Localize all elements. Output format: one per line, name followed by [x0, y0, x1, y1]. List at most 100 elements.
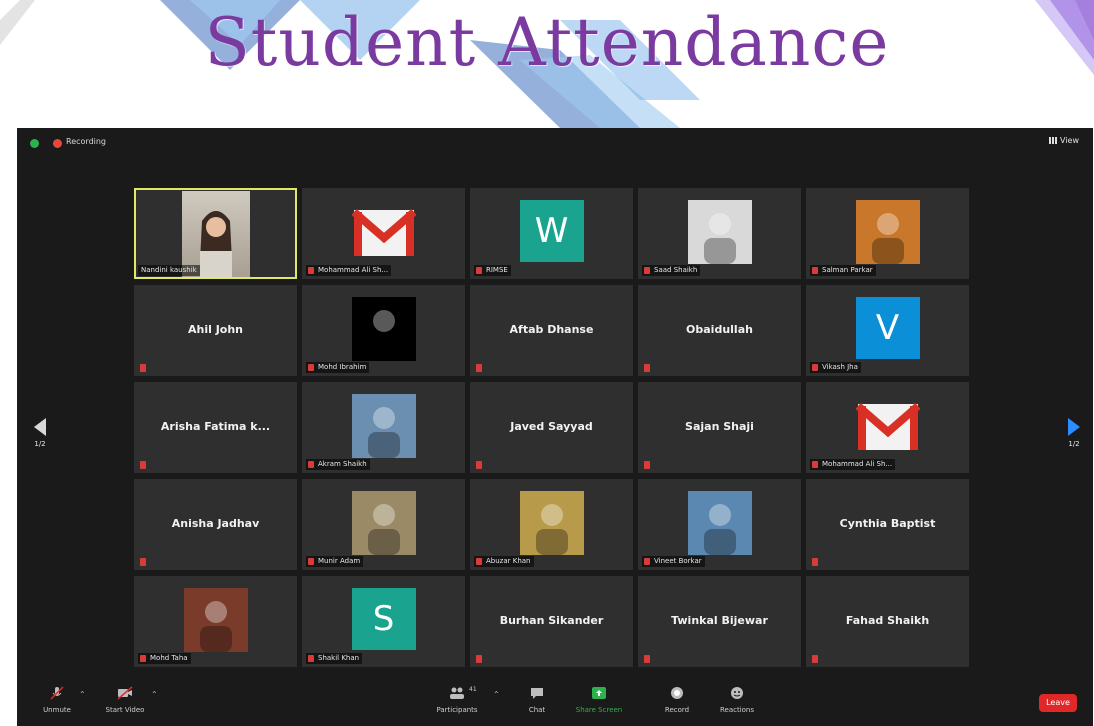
participant-name: Vikash Jha	[822, 363, 858, 371]
chat-button[interactable]: Chat	[507, 686, 567, 714]
initial-avatar: V	[855, 297, 920, 359]
slide-title: Student Attendance	[204, 4, 890, 81]
reactions-label: Reactions	[719, 706, 755, 714]
leave-button[interactable]: Leave	[1039, 694, 1077, 712]
participant-name: Aftab Dhanse	[509, 323, 594, 336]
participant-name: Mohd Ibrahim	[318, 363, 367, 371]
muted-microphone-icon	[812, 364, 818, 371]
muted-microphone-icon	[140, 655, 146, 662]
initial-avatar: S	[351, 588, 416, 650]
muted-microphone-icon	[476, 461, 482, 469]
muted-microphone-icon	[140, 461, 146, 469]
participant-name: Shakil Khan	[318, 654, 360, 662]
meeting-toolbar: Unmute ⌃ Start Video ⌃ Participants 41 ⌃…	[17, 680, 1093, 726]
participant-name-label: Saad Shaikh	[642, 265, 701, 276]
participant-name: Abuzar Khan	[486, 557, 531, 565]
previous-page-button[interactable]: 1/2	[25, 418, 55, 448]
participant-tile[interactable]: Burhan Sikander	[470, 576, 633, 667]
participant-tile[interactable]: Akram Shaikh	[302, 382, 465, 473]
participant-tile[interactable]: Mohammad Ali Sh...	[806, 382, 969, 473]
chat-icon	[531, 688, 543, 699]
profile-photo-avatar	[687, 491, 752, 555]
participant-tile[interactable]: Abuzar Khan	[470, 479, 633, 570]
start-video-button[interactable]: Start Video	[95, 686, 155, 714]
reactions-button[interactable]: Reactions	[707, 686, 767, 714]
share-screen-label: Share Screen	[575, 706, 623, 714]
reactions-icon	[731, 687, 743, 699]
participant-tile[interactable]: Twinkal Bijewar	[638, 576, 801, 667]
participant-tile[interactable]: Anisha Jadhav	[134, 479, 297, 570]
participant-name: Salman Parkar	[822, 266, 873, 274]
view-button[interactable]: View	[1049, 136, 1079, 145]
participant-tile[interactable]: Mohammad Ali Sh...	[302, 188, 465, 279]
muted-microphone-icon	[812, 461, 818, 468]
participant-tile[interactable]: W RIMSE	[470, 188, 633, 279]
gmail-avatar-icon	[350, 200, 417, 264]
participant-name: Munir Adam	[318, 557, 361, 565]
participant-name: Vineet Borkar	[654, 557, 702, 565]
record-button[interactable]: Record	[647, 686, 707, 714]
video-options-caret-icon[interactable]: ⌃	[151, 690, 158, 699]
slide-banner: Student Attendance	[0, 0, 1094, 128]
participant-name-label: Abuzar Khan	[474, 556, 534, 567]
participant-tile[interactable]: Salman Parkar	[806, 188, 969, 279]
participant-tile[interactable]: Munir Adam	[302, 479, 465, 570]
recording-label: Recording	[66, 137, 107, 146]
muted-microphone-icon	[476, 364, 482, 372]
participant-tile[interactable]: V Vikash Jha	[806, 285, 969, 376]
participant-name: Obaidullah	[686, 323, 753, 336]
participants-button[interactable]: Participants	[427, 686, 487, 714]
muted-microphone-icon	[812, 267, 818, 274]
participants-caret-icon[interactable]: ⌃	[493, 690, 500, 699]
participant-tile[interactable]: Obaidullah	[638, 285, 801, 376]
muted-microphone-icon	[308, 558, 314, 565]
participant-name: Akram Shaikh	[318, 460, 367, 468]
participant-tile[interactable]: Javed Sayyad	[470, 382, 633, 473]
encryption-shield-icon[interactable]	[30, 139, 39, 148]
microphone-muted-icon	[50, 686, 64, 700]
participant-name: Anisha Jadhav	[171, 517, 260, 530]
participant-tile[interactable]: Vineet Borkar	[638, 479, 801, 570]
participant-name: Javed Sayyad	[510, 420, 593, 433]
participant-tile[interactable]: Mohd Ibrahim	[302, 285, 465, 376]
participant-gallery: Nandini kaushik Mohammad Ali Sh... W RIMSE S…	[134, 188, 970, 668]
participant-name-label: Mohd Ibrahim	[306, 362, 370, 373]
participant-tile[interactable]: Nandini kaushik	[134, 188, 297, 279]
record-icon	[671, 687, 683, 699]
participant-tile[interactable]: Sajan Shaji	[638, 382, 801, 473]
share-screen-button[interactable]: Share Screen	[569, 686, 629, 714]
arrow-right-icon	[1068, 418, 1080, 436]
participant-tile[interactable]: S Shakil Khan	[302, 576, 465, 667]
participant-tile[interactable]: Fahad Shaikh	[806, 576, 969, 667]
participant-name: Mohammad Ali Sh...	[318, 266, 389, 274]
muted-microphone-icon	[476, 655, 482, 663]
participant-tile[interactable]: Arisha Fatima k...	[134, 382, 297, 473]
muted-microphone-icon	[644, 655, 650, 663]
participant-name: Mohd Taha	[150, 654, 188, 662]
muted-microphone-icon	[476, 558, 482, 565]
participant-tile[interactable]: Aftab Dhanse	[470, 285, 633, 376]
participant-name-label: Salman Parkar	[810, 265, 876, 276]
participants-count: 41	[469, 686, 477, 693]
audio-options-caret-icon[interactable]: ⌃	[79, 690, 86, 699]
participant-name: Nandini kaushik	[141, 266, 197, 274]
participant-name: Sajan Shaji	[685, 420, 754, 433]
muted-microphone-icon	[644, 364, 650, 372]
participant-name: RIMSE	[486, 266, 508, 274]
view-label: View	[1060, 136, 1079, 145]
unmute-button[interactable]: Unmute	[27, 686, 87, 714]
participant-name: Saad Shaikh	[654, 266, 698, 274]
profile-photo-avatar	[351, 394, 416, 458]
recording-icon	[53, 139, 62, 148]
chat-label: Chat	[528, 706, 546, 714]
participant-name: Arisha Fatima k...	[160, 420, 271, 433]
page-indicator-right: 1/2	[1068, 440, 1080, 448]
next-page-button[interactable]: 1/2	[1059, 418, 1089, 448]
participant-tile[interactable]: Saad Shaikh	[638, 188, 801, 279]
participant-name: Cynthia Baptist	[839, 517, 936, 530]
participant-tile[interactable]: Cynthia Baptist	[806, 479, 969, 570]
profile-photo-avatar	[855, 200, 920, 264]
profile-photo-avatar	[351, 297, 416, 361]
participant-tile[interactable]: Mohd Taha	[134, 576, 297, 667]
participant-tile[interactable]: Ahil John	[134, 285, 297, 376]
